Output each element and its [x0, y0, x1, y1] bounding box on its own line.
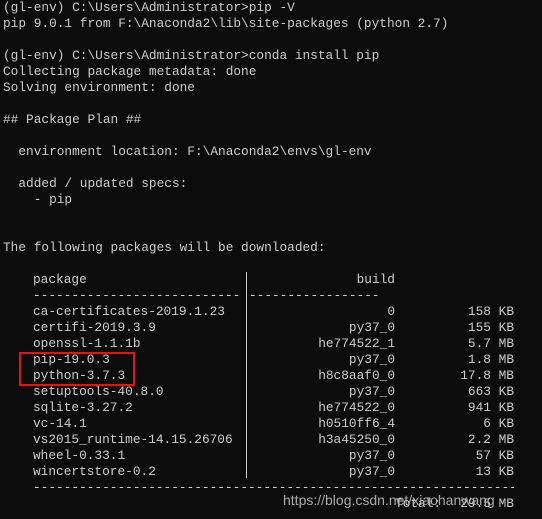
size-cell: 155 KB: [467, 320, 514, 335]
package-cell: vc-14.1: [33, 416, 87, 431]
build-cell: h8c8aaf0_0: [318, 368, 395, 383]
build-cell: 0: [387, 304, 395, 319]
terminal-line: environment location: F:\Anaconda2\envs\…: [3, 144, 372, 159]
terminal-line: pip 9.0.1 from F:\Anaconda2\lib\site-pac…: [3, 16, 449, 31]
watermark: https://blog.csdn.net/xiaohanwang: [283, 492, 495, 508]
highlight-box: [19, 352, 135, 386]
build-cell: he774522_1: [318, 336, 395, 351]
size-cell: 941 KB: [467, 400, 514, 415]
header-divider-package: ------------------------------------: [33, 288, 241, 303]
package-cell: wincertstore-0.2: [33, 464, 156, 479]
size-cell: 17.8 MB: [460, 368, 514, 383]
package-cell: ca-certificates-2019.1.23: [33, 304, 225, 319]
build-cell: py37_0: [348, 352, 395, 367]
package-cell: wheel-0.33.1: [33, 448, 126, 463]
terminal-line: ## Package Plan ##: [3, 112, 142, 127]
build-cell: h0510ff6_4: [318, 416, 395, 431]
size-cell: 1.8 MB: [467, 352, 514, 367]
terminal-line: Collecting package metadata: done: [3, 64, 257, 79]
package-cell: openssl-1.1.1b: [33, 336, 141, 351]
package-cell: vs2015_runtime-14.15.26706: [33, 432, 233, 447]
size-cell: 13 KB: [475, 464, 514, 479]
terminal-line: added / updated specs:: [3, 176, 188, 191]
header-divider-build: ------------------------------------: [249, 288, 381, 303]
size-cell: 158 KB: [467, 304, 514, 319]
build-cell: py37_0: [348, 384, 395, 399]
size-cell: 5.7 MB: [467, 336, 514, 351]
terminal-line: (gl-env) C:\Users\Administrator>conda in…: [3, 48, 380, 63]
build-cell: py37_0: [348, 448, 395, 463]
package-cell: certifi-2019.3.9: [33, 320, 156, 335]
terminal-line: - pip: [3, 192, 73, 207]
size-cell: 6 KB: [483, 416, 514, 431]
size-cell: 57 KB: [475, 448, 514, 463]
terminal-line: (gl-env) C:\Users\Administrator>pip -V: [3, 0, 295, 15]
package-cell: setuptools-40.8.0: [33, 384, 164, 399]
build-cell: py37_0: [348, 464, 395, 479]
terminal-line: Solving environment: done: [3, 80, 195, 95]
size-cell: 2.2 MB: [467, 432, 514, 447]
build-cell: he774522_0: [318, 400, 395, 415]
package-cell: sqlite-3.27.2: [33, 400, 133, 415]
build-cell: h3a45250_0: [318, 432, 395, 447]
terminal-line: The following packages will be downloade…: [3, 240, 326, 255]
build-cell: py37_0: [348, 320, 395, 335]
size-cell: 663 KB: [467, 384, 514, 399]
table-header-package: package: [33, 272, 87, 287]
table-header-build: build: [356, 272, 395, 287]
column-separator: [246, 272, 247, 478]
